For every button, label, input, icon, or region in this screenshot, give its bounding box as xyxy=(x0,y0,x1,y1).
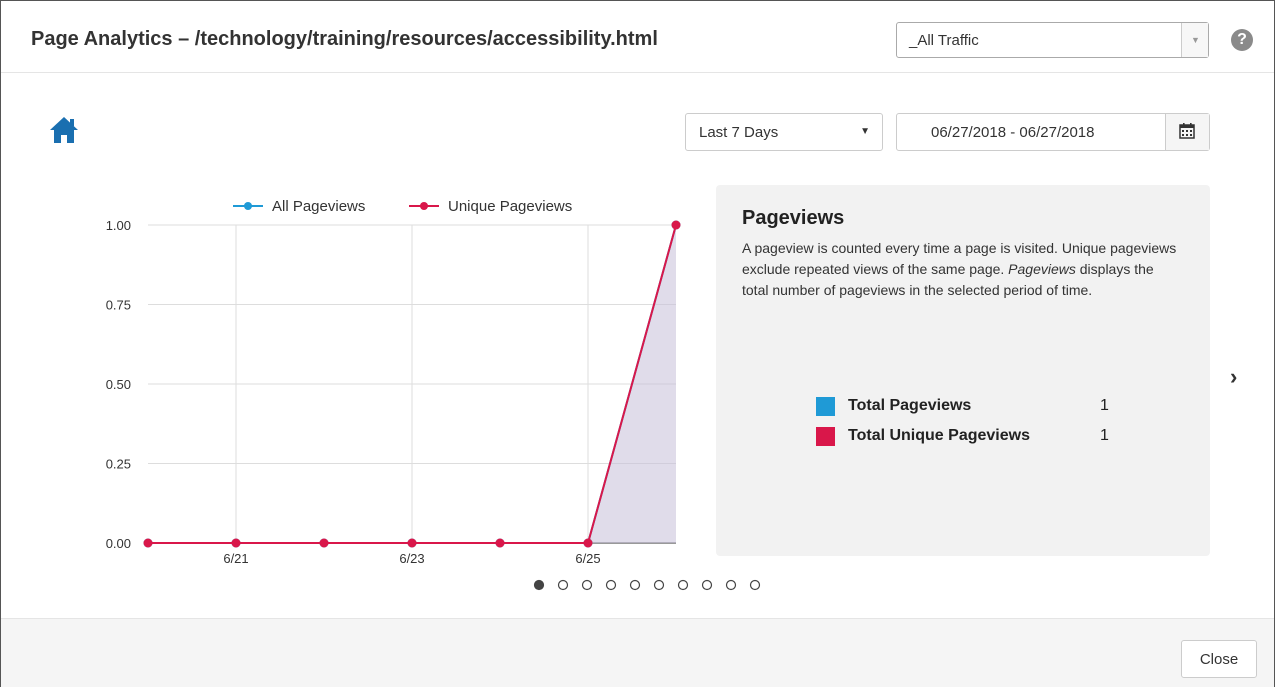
legend-marker xyxy=(244,202,252,210)
total-value: 1 xyxy=(1100,427,1109,444)
y-tick-label: 0.25 xyxy=(106,457,131,472)
page-analytics-modal: Page Analytics – /technology/training/re… xyxy=(0,0,1275,687)
total-value: 1 xyxy=(1100,397,1109,414)
carousel-dot[interactable] xyxy=(581,579,593,591)
total-label: Total Pageviews xyxy=(848,397,972,414)
data-point xyxy=(495,538,505,548)
data-point xyxy=(583,538,593,548)
info-desc-em: Pageviews xyxy=(1008,261,1076,277)
carousel-dot[interactable] xyxy=(533,579,545,591)
carousel-dot[interactable] xyxy=(653,579,665,591)
data-point xyxy=(319,538,329,548)
pageviews-swatch xyxy=(816,397,835,416)
total-label: Total Unique Pageviews xyxy=(848,427,1030,444)
carousel-dot[interactable] xyxy=(605,579,617,591)
y-tick-label: 1.00 xyxy=(106,218,131,233)
x-tick-label: 6/23 xyxy=(399,551,424,566)
pageviews-info-panel: Pageviews A pageview is counted every ti… xyxy=(716,185,1210,556)
legend-label: Unique Pageviews xyxy=(448,198,572,215)
carousel-dot[interactable] xyxy=(725,579,737,591)
total-row-pageviews: Total Pageviews 1 xyxy=(816,395,1116,425)
info-description: A pageview is counted every time a page … xyxy=(742,238,1182,301)
chevron-right-icon[interactable]: › xyxy=(1230,364,1237,390)
data-point xyxy=(231,538,241,548)
legend-label: All Pageviews xyxy=(272,198,365,215)
modal-footer: Close xyxy=(1,618,1274,687)
y-tick-label: 0.50 xyxy=(106,377,131,392)
carousel-dot[interactable] xyxy=(701,579,713,591)
data-point xyxy=(671,220,681,230)
x-tick-label: 6/21 xyxy=(223,551,248,566)
info-title: Pageviews xyxy=(742,207,845,229)
y-tick-label: 0.00 xyxy=(106,536,131,551)
close-button[interactable]: Close xyxy=(1181,640,1257,678)
carousel-dot[interactable] xyxy=(749,579,761,591)
unique-pageviews-swatch xyxy=(816,427,835,446)
carousel-dot[interactable] xyxy=(677,579,689,591)
legend-marker xyxy=(420,202,428,210)
total-row-unique-pageviews: Total Unique Pageviews 1 xyxy=(816,425,1116,455)
carousel-dot[interactable] xyxy=(557,579,569,591)
y-tick-label: 0.75 xyxy=(106,298,131,313)
totals-list: Total Pageviews 1 Total Unique Pageviews… xyxy=(816,395,1116,455)
data-point xyxy=(143,538,153,548)
carousel-dot[interactable] xyxy=(629,579,641,591)
x-tick-label: 6/25 xyxy=(575,551,600,566)
data-point xyxy=(407,538,417,548)
